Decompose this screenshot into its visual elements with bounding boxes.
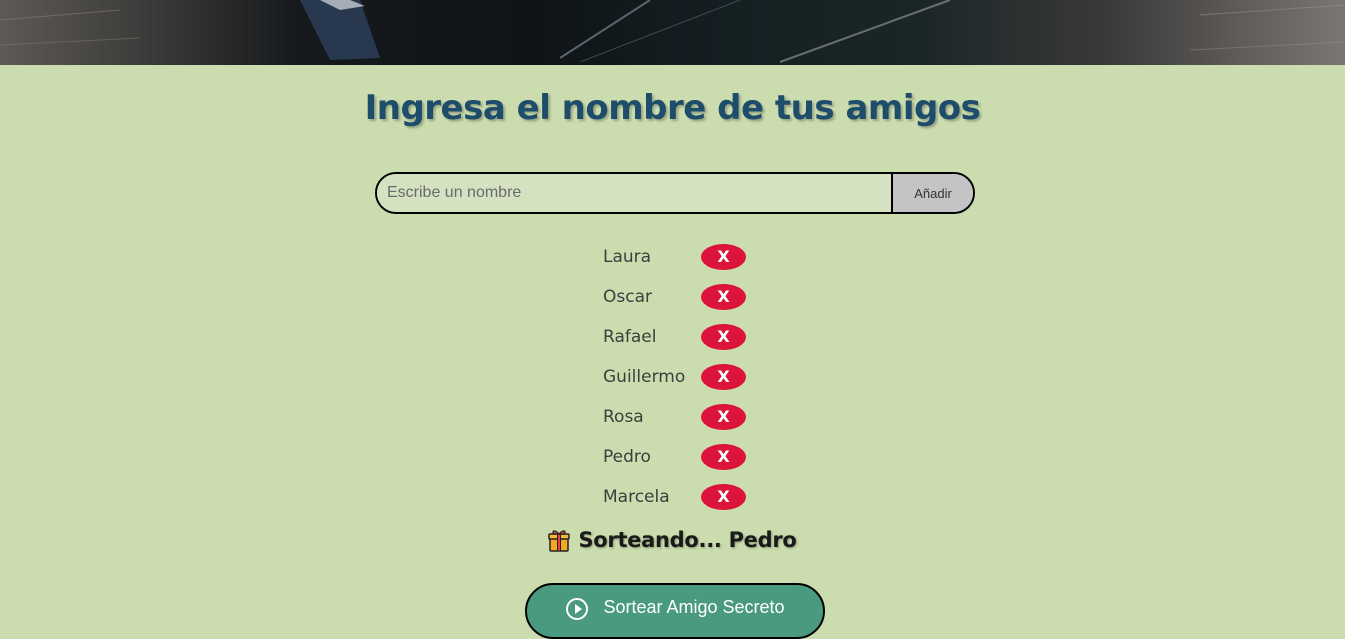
header-banner-image bbox=[0, 0, 1345, 65]
draw-result: Sorteando... Pedro bbox=[0, 528, 1345, 552]
draw-secret-friend-button[interactable]: Sortear Amigo Secreto bbox=[525, 583, 825, 639]
friend-list: Laura X Oscar X Rafael X Guillermo X Ros… bbox=[603, 237, 746, 517]
friend-name: Laura bbox=[603, 247, 652, 267]
list-item: Guillermo X bbox=[603, 357, 746, 397]
friend-name: Oscar bbox=[603, 287, 652, 307]
list-item: Laura X bbox=[603, 237, 746, 277]
remove-friend-button[interactable]: X bbox=[701, 403, 746, 430]
remove-friend-button[interactable]: X bbox=[701, 363, 746, 390]
remove-friend-button[interactable]: X bbox=[701, 283, 746, 310]
friend-name: Guillermo bbox=[603, 367, 686, 387]
friend-name: Pedro bbox=[603, 447, 651, 467]
list-item: Rafael X bbox=[603, 317, 746, 357]
draw-button-label: Sortear Amigo Secreto bbox=[603, 597, 785, 617]
friend-name: Marcela bbox=[603, 487, 670, 507]
page-title: Ingresa el nombre de tus amigos bbox=[364, 88, 981, 128]
friend-name: Rafael bbox=[603, 327, 657, 347]
play-icon bbox=[565, 597, 589, 621]
list-item: Oscar X bbox=[603, 277, 746, 317]
gift-icon bbox=[548, 528, 571, 552]
name-input[interactable] bbox=[377, 174, 891, 212]
remove-friend-button[interactable]: X bbox=[701, 323, 746, 350]
list-item: Pedro X bbox=[603, 437, 746, 477]
result-text: Sorteando... Pedro bbox=[578, 528, 797, 552]
remove-friend-button[interactable]: X bbox=[701, 483, 746, 510]
remove-friend-button[interactable]: X bbox=[701, 443, 746, 470]
list-item: Rosa X bbox=[603, 397, 746, 437]
list-item: Marcela X bbox=[603, 477, 746, 517]
add-button[interactable]: Añadir bbox=[891, 174, 973, 212]
friend-name: Rosa bbox=[603, 407, 644, 427]
add-friend-form: Añadir bbox=[375, 172, 975, 214]
remove-friend-button[interactable]: X bbox=[701, 243, 746, 270]
